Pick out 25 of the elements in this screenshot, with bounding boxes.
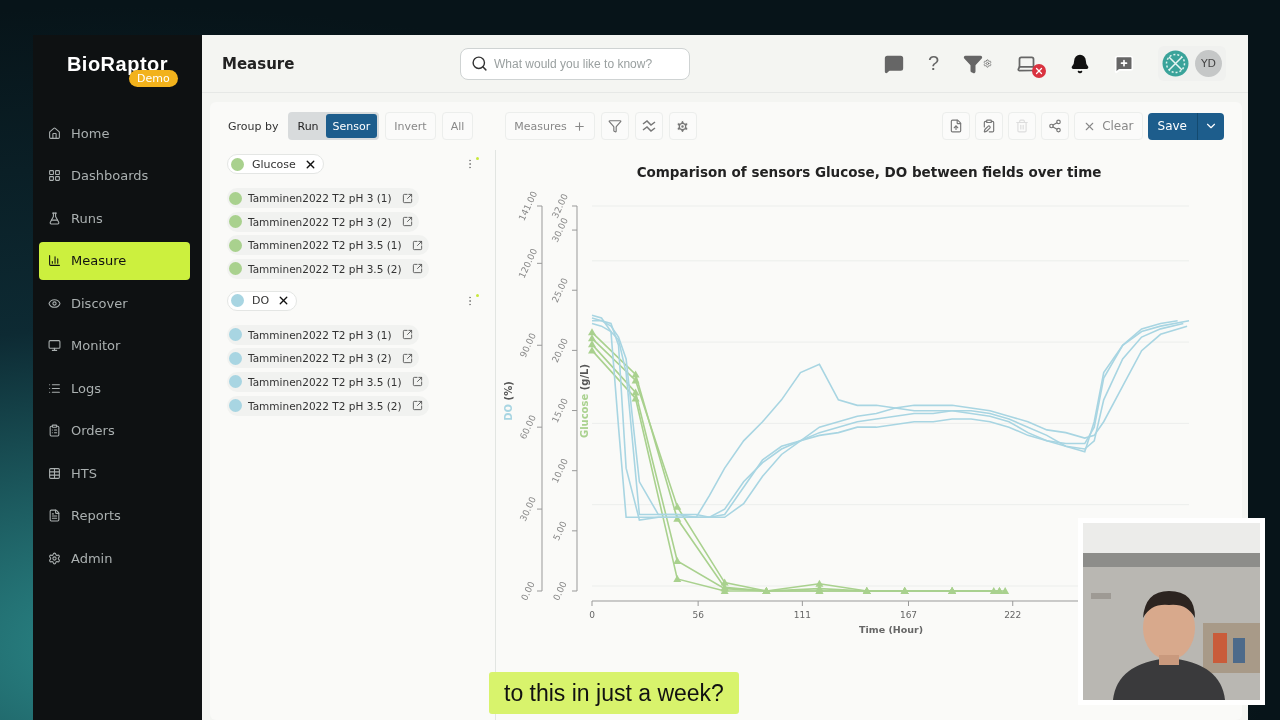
axis-title: Time (Hour) — [859, 624, 923, 635]
axis-tick-label: 111 — [793, 610, 811, 620]
axis-title: DO (%) — [504, 381, 514, 421]
series-name: Tamminen2022 T2 pH 3 (2) — [248, 352, 392, 365]
axis-title: Glucose (g/L) — [579, 363, 590, 439]
series-name: Tamminen2022 T2 pH 3.5 (2) — [248, 262, 402, 275]
series-name: Tamminen2022 T2 pH 3 (1) — [248, 328, 392, 341]
axis-tick-label: 0.00 — [551, 579, 569, 603]
subtitle: to this in just a week? — [489, 672, 739, 714]
axis-tick-label: 167 — [899, 610, 918, 620]
sensor-name: DO — [252, 294, 270, 308]
page-title: Measure — [222, 54, 296, 73]
series-name: Tamminen2022 T2 pH 3 (2) — [248, 215, 392, 228]
series-name: Tamminen2022 T2 pH 3.5 (2) — [248, 399, 402, 412]
chart-title: Comparison of sensors Glucose, DO between fields over time — [636, 164, 1102, 180]
axis-tick-label: 56 — [692, 610, 704, 620]
group-by-label: Group by — [228, 119, 279, 133]
series-name: Tamminen2022 T2 pH 3 (1) — [248, 192, 392, 204]
axis-tick-label: 222 — [1004, 610, 1022, 620]
sensor-name: Glucose — [252, 157, 296, 171]
axis-tick-label: 0.00 — [519, 579, 537, 603]
series-name: Tamminen2022 T2 pH 3.5 (1) — [248, 375, 402, 388]
axis-tick-label: 5.00 — [551, 519, 569, 543]
series-name: Tamminen2022 T2 pH 3.5 (1) — [248, 239, 402, 252]
axis-tick-label: 0 — [589, 610, 595, 620]
